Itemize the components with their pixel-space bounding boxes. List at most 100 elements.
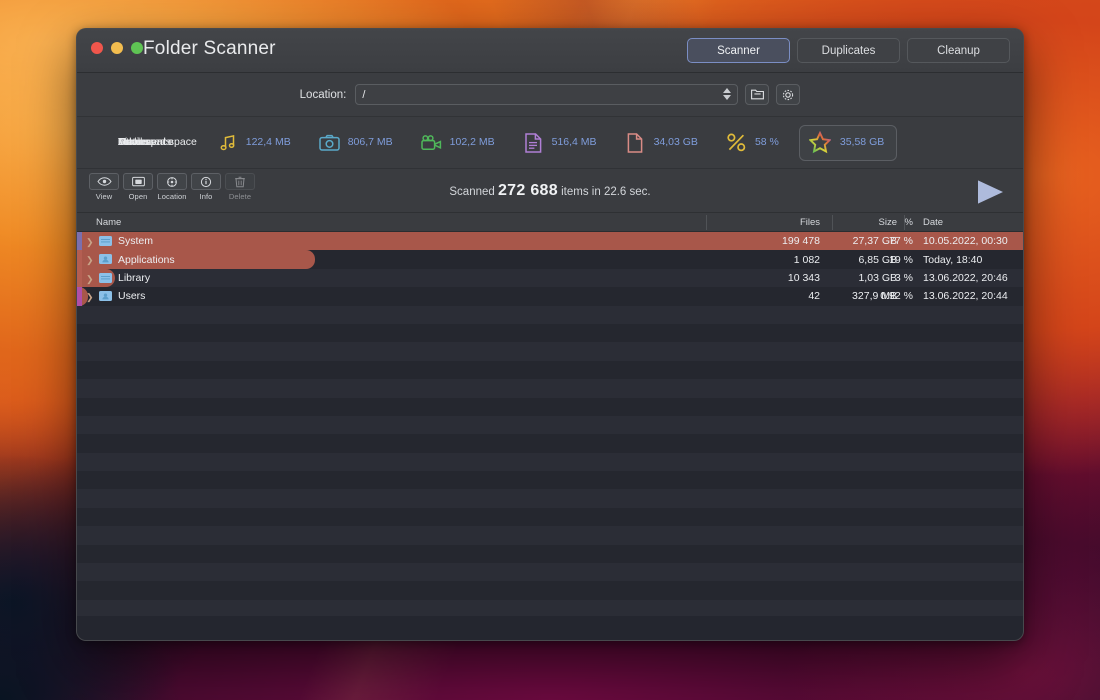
app-window: Folder Scanner Scanner Duplicates Cleanu… xyxy=(76,28,1024,641)
table-row-empty[interactable] xyxy=(77,471,1023,489)
scan-suffix: items in 22.6 sec. xyxy=(561,186,650,198)
close-button[interactable] xyxy=(91,42,103,54)
tab-bar: Scanner Duplicates Cleanup xyxy=(687,38,1010,63)
row-date: 13.06.2022, 20:46 xyxy=(923,272,1008,284)
document-icon xyxy=(523,132,545,154)
table-row-empty[interactable] xyxy=(77,342,1023,360)
expand-chevron-icon[interactable]: ❯ xyxy=(86,255,94,266)
percent-icon xyxy=(726,132,748,154)
stat-value: 516,4 MB xyxy=(552,136,597,149)
maximize-button[interactable] xyxy=(131,42,143,54)
category-stats-bar: Audio 122,4 MB Pictures 806,7 MB xyxy=(77,117,1023,169)
table-row-empty[interactable] xyxy=(77,581,1023,599)
row-color-cap xyxy=(77,287,82,305)
column-divider[interactable] xyxy=(706,215,707,230)
stat-used-space[interactable]: Used space 58 % xyxy=(712,132,793,154)
folder-table[interactable]: ❯ System 199 478 27,37 GB 77 % 10.05.202… xyxy=(77,232,1023,616)
stat-value: 34,03 GB xyxy=(654,136,698,149)
file-icon xyxy=(625,132,647,154)
row-pct: 19 % xyxy=(867,254,913,266)
row-name: Applications xyxy=(118,254,175,266)
table-row[interactable]: ❯ Applications 1 082 6,85 GB 19 % Today,… xyxy=(77,250,1023,268)
table-row-empty[interactable] xyxy=(77,453,1023,471)
table-row-empty[interactable] xyxy=(77,398,1023,416)
page-title: Folder Scanner xyxy=(143,38,276,60)
row-pct: 77 % xyxy=(867,235,913,247)
location-input-value: / xyxy=(362,89,365,101)
table-row-empty[interactable] xyxy=(77,600,1023,616)
stat-others[interactable]: Others 34,03 GB xyxy=(611,132,712,154)
stat-label: Total used space xyxy=(118,136,197,149)
play-icon xyxy=(973,178,1007,206)
row-files: 42 xyxy=(742,290,820,302)
settings-button[interactable] xyxy=(776,84,800,105)
folder-icon xyxy=(751,89,764,100)
action-toolbar: View Open xyxy=(77,169,1023,213)
camera-icon xyxy=(319,132,341,154)
table-row[interactable]: ❯ System 199 478 27,37 GB 77 % 10.05.202… xyxy=(77,232,1023,250)
row-files: 1 082 xyxy=(742,254,820,266)
row-color-cap xyxy=(77,250,82,268)
row-color-cap xyxy=(77,232,82,250)
column-header-date[interactable]: Date xyxy=(923,217,943,228)
title-bar: Folder Scanner Scanner Duplicates Cleanu… xyxy=(77,29,1023,73)
location-input[interactable]: / xyxy=(355,84,738,105)
table-row[interactable]: ❯ Users 42 327,9 MB 0.92 % 13.06.2022, 2… xyxy=(77,287,1023,305)
minimize-button[interactable] xyxy=(111,42,123,54)
usage-bar xyxy=(77,250,315,268)
table-row-empty[interactable] xyxy=(77,306,1023,324)
column-header-name[interactable]: Name xyxy=(96,217,121,228)
table-row[interactable]: ❯ Library 10 343 1,03 GB 3 % 13.06.2022,… xyxy=(77,269,1023,287)
expand-chevron-icon[interactable]: ❯ xyxy=(86,274,94,285)
stat-movies[interactable]: Movies 102,2 MB xyxy=(407,132,509,154)
scan-count: 272 688 xyxy=(498,182,558,199)
stat-pictures[interactable]: Pictures 806,7 MB xyxy=(305,132,407,154)
stat-value: 102,2 MB xyxy=(450,136,495,149)
row-name: System xyxy=(118,235,153,247)
stat-documents[interactable]: Documents 516,4 MB xyxy=(509,132,611,154)
scan-prefix: Scanned xyxy=(449,186,494,198)
column-header-pct[interactable]: % xyxy=(867,217,913,228)
chevron-updown-icon[interactable] xyxy=(723,88,731,100)
stat-value: 806,7 MB xyxy=(348,136,393,149)
row-files: 199 478 xyxy=(742,235,820,247)
table-row-empty[interactable] xyxy=(77,361,1023,379)
stat-value: 122,4 MB xyxy=(246,136,291,149)
expand-chevron-icon[interactable]: ❯ xyxy=(86,292,94,303)
table-row-empty[interactable] xyxy=(77,526,1023,544)
table-row-empty[interactable] xyxy=(77,416,1023,434)
table-row-empty[interactable] xyxy=(77,563,1023,581)
row-files: 10 343 xyxy=(742,272,820,284)
browse-folder-button[interactable] xyxy=(745,84,769,105)
tab-cleanup[interactable]: Cleanup xyxy=(907,38,1010,63)
table-row-empty[interactable] xyxy=(77,489,1023,507)
start-scan-button[interactable] xyxy=(973,178,1007,206)
location-bar: Location: / xyxy=(77,73,1023,117)
gear-icon xyxy=(781,88,795,102)
stat-value: 58 % xyxy=(755,136,779,149)
folder-icon xyxy=(99,273,112,283)
folder-icon xyxy=(99,236,112,246)
table-row-empty[interactable] xyxy=(77,508,1023,526)
stat-value: 35,58 GB xyxy=(840,136,884,149)
table-row-empty[interactable] xyxy=(77,379,1023,397)
tab-duplicates[interactable]: Duplicates xyxy=(797,38,900,63)
table-row-empty[interactable] xyxy=(77,434,1023,452)
star-icon xyxy=(809,132,831,154)
tab-scanner[interactable]: Scanner xyxy=(687,38,790,63)
row-pct: 0.92 % xyxy=(867,290,913,302)
scan-status: Scanned 272 688 items in 22.6 sec. xyxy=(77,182,1023,200)
row-color-cap xyxy=(77,269,82,287)
expand-chevron-icon[interactable]: ❯ xyxy=(86,237,94,248)
stat-total-used-space[interactable]: Total used space 35,58 GB xyxy=(799,125,897,161)
table-header: Name Files Size % Date xyxy=(77,213,1023,232)
stat-audio[interactable]: Audio 122,4 MB xyxy=(203,132,305,154)
column-header-files[interactable]: Files xyxy=(742,217,820,228)
table-row-empty[interactable] xyxy=(77,545,1023,563)
row-date: 10.05.2022, 00:30 xyxy=(923,235,1008,247)
table-row-empty[interactable] xyxy=(77,324,1023,342)
row-pct: 3 % xyxy=(867,272,913,284)
movie-camera-icon xyxy=(421,132,443,154)
row-date: Today, 18:40 xyxy=(923,254,982,266)
folder-icon xyxy=(99,254,112,264)
